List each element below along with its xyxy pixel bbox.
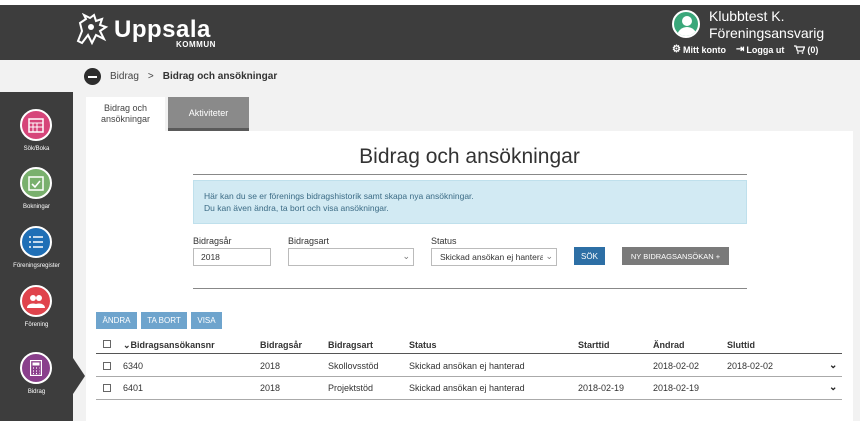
header-top-strip [0,0,860,5]
cart-count: (0) [807,44,819,55]
row-checkbox[interactable] [103,362,111,370]
expand-row-chevron-icon[interactable]: ⌄ [829,360,837,371]
title-divider [193,174,747,175]
uppsala-logo[interactable]: Uppsala KOMMUN [74,10,215,50]
page-title: Bidrag och ansökningar [359,145,580,168]
status-select[interactable]: Skickad ansökan ej hanterad ⌄ [431,248,557,266]
cell-end: 2018-02-02 [727,361,774,371]
gear-icon: ⚙ [672,44,681,55]
cell-changed: 2018-02-02 [653,361,700,371]
chevron-down-icon: ⌄ [543,251,553,262]
my-account-label: Mitt konto [682,44,726,55]
cell-type: Skollovsstöd [328,361,379,371]
column-header-type[interactable]: Bidragsart [328,340,373,350]
sidebar-item-foreningsregister[interactable]: Föreningsregister [0,226,73,284]
sidebar-item-label: Föreningsregister [13,263,60,269]
delete-button[interactable]: TA BORT [141,312,187,329]
column-header-status[interactable]: Status [409,340,437,350]
main-panel: Bidrag och ansökningar Här kan du se er … [86,131,853,421]
people-icon [20,285,52,317]
top-header: Uppsala KOMMUN Klubbtest K. Föreningsans… [0,0,860,60]
cell-status: Skickad ansökan ej hanterad [409,361,525,371]
select-all-checkbox[interactable] [103,340,111,348]
logo-text: Uppsala [114,16,211,43]
minus-icon [88,75,97,78]
cell-year: 2018 [260,383,281,393]
new-application-button[interactable]: NY BIDRAGSANSÖKAN + [622,247,729,265]
breadcrumb-separator: > [147,71,154,82]
edit-button[interactable]: ÄNDRA [96,312,137,329]
list-icon [20,226,52,258]
info-box: Här kan du se er förenings bidragshistor… [193,180,747,224]
search-button[interactable]: SÖK [574,247,605,265]
info-text-line1: Här kan du se er förenings bidragshistor… [204,191,474,201]
expand-row-chevron-icon[interactable]: ⌄ [829,382,837,393]
chevron-down-icon: ⌄ [123,340,131,350]
cell-changed: 2018-02-19 [653,383,700,393]
column-header-end[interactable]: Sluttid [727,340,755,350]
sidebar-item-label: Bokningar [22,204,51,210]
user-name: Klubbtest K. [709,8,785,24]
row-divider [96,399,842,400]
info-text-line2: Du kan även ändra, ta bort och visa ansö… [204,203,389,213]
lion-logo-icon [76,13,109,46]
column-header-start[interactable]: Starttid [578,340,610,350]
active-indicator [73,358,85,394]
logout-link[interactable]: ⇥ Logga ut [736,44,784,55]
sidebar-item-bidrag[interactable]: Bidrag [0,352,85,410]
cell-type: Projektstöd [328,383,374,393]
calendar-icon [20,109,52,141]
type-select[interactable]: ⌄ [288,248,414,266]
calendar-check-icon [20,167,52,199]
tab-aktiviteter[interactable]: Aktiviteter [168,97,249,131]
tab-bidrag-och-ansokningar[interactable]: Bidrag och ansökningar [86,97,165,131]
year-label: Bidragsår [193,236,232,246]
calculator-icon [20,352,52,384]
breadcrumb: Bidrag > Bidrag och ansökningar [84,68,277,85]
sidebar-item-label: Sök/Boka [23,146,50,152]
view-button[interactable]: VISA [191,312,222,329]
chevron-down-icon: ⌄ [400,251,410,262]
breadcrumb-current: Bidrag och ansökningar [162,71,278,82]
row-checkbox[interactable] [103,384,111,392]
logout-icon: ⇥ [735,44,745,55]
my-account-link[interactable]: ⚙ Mitt konto [672,44,726,55]
sidebar-item-label: Förening [24,322,49,328]
logout-label: Logga ut [746,44,785,55]
logo-wordmark: Uppsala KOMMUN [114,16,215,50]
user-role: Föreningsansvarig [709,25,825,41]
cell-start: 2018-02-19 [578,383,625,393]
breadcrumb-parent[interactable]: Bidrag [110,71,139,82]
sidebar-item-forening[interactable]: Förening [0,285,73,343]
back-button[interactable] [84,68,101,85]
column-header-label: Bidragsansökansnr [130,340,215,350]
cart-link[interactable]: (0) [794,45,818,55]
cell-year: 2018 [260,361,281,371]
status-select-value: Skickad ansökan ej hanterad [440,252,550,262]
form-divider [193,288,747,289]
sidebar: Sök/Boka Bokningar Föreningsregister För… [0,92,85,421]
column-header-year[interactable]: Bidragsår [260,340,302,350]
cell-status: Skickad ansökan ej hanterad [409,383,525,393]
column-header-nr[interactable]: ⌄Bidragsansökansnr [123,340,215,351]
sidebar-item-label: Bidrag [27,389,46,395]
cart-icon [794,45,806,54]
cell-nr: 6401 [123,383,144,393]
status-label: Status [431,236,457,246]
column-header-changed[interactable]: Ändrad [653,340,685,350]
type-label: Bidragsart [288,236,330,246]
avatar[interactable] [672,10,700,38]
year-input[interactable]: 2018 [193,248,271,266]
tab-label: Bidrag och ansökningar [100,103,151,124]
user-links: ⚙ Mitt konto ⇥ Logga ut (0) [672,44,828,55]
cell-nr: 6340 [123,361,144,371]
row-divider [96,376,842,377]
tab-label: Aktiviteter [188,107,229,118]
sidebar-item-bokningar[interactable]: Bokningar [0,167,73,225]
sidebar-item-sok-boka[interactable]: Sök/Boka [0,109,73,167]
table-header-divider [96,353,842,354]
logo-subtext: KOMMUN [176,40,216,49]
